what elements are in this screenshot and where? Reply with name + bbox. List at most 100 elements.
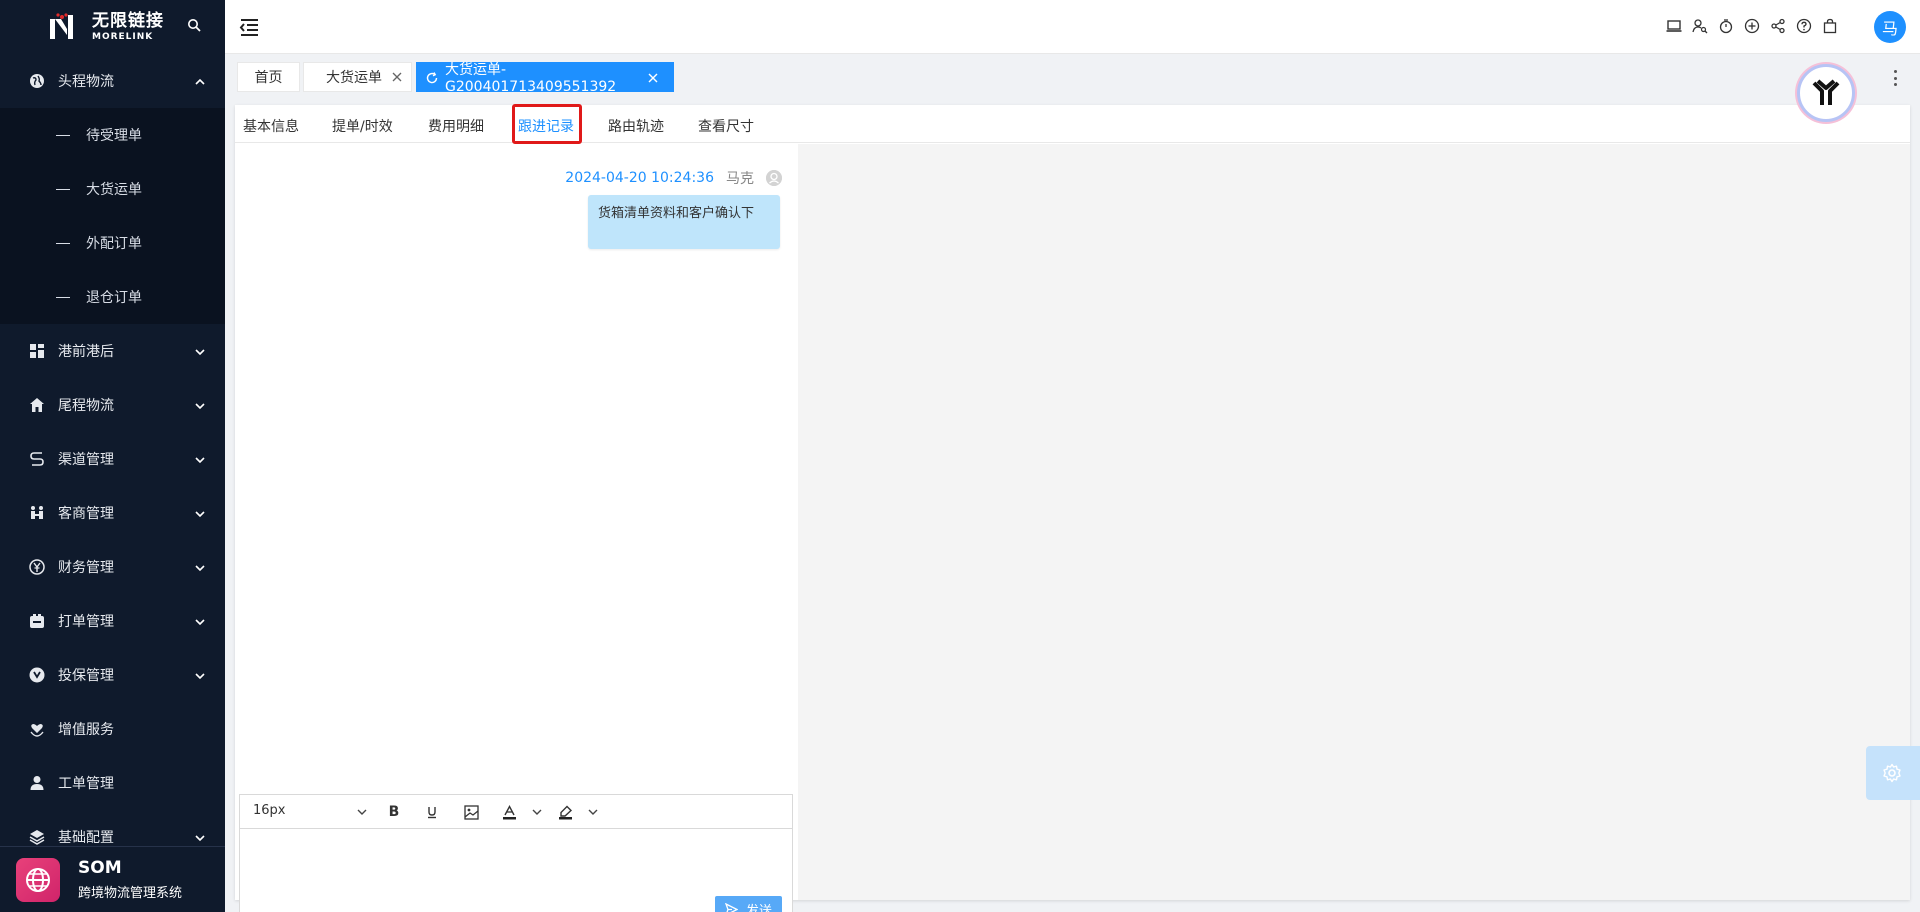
brand-logo[interactable]: 无限链接 MORELINK [0, 0, 225, 54]
subtab-bill-timeliness[interactable]: 提单/时效 [332, 116, 393, 136]
editor-toolbar: 16px B [240, 795, 792, 829]
subtab-basic-info[interactable]: 基本信息 [243, 116, 299, 136]
globe-plus-icon[interactable] [1744, 18, 1760, 34]
sidebar-item-port[interactable]: 港前港后 [0, 324, 225, 378]
message-input-area[interactable] [240, 830, 792, 888]
waybill-detail-card: 基本信息 提单/时效 费用明细 跟进记录 路由轨迹 查看尺寸 2024-04-2… [235, 104, 1910, 912]
sidebar-item-label: 投保管理 [58, 668, 114, 684]
close-icon[interactable] [391, 71, 403, 83]
floating-assistant-icon[interactable] [1797, 64, 1855, 122]
system-name: SOM [78, 858, 122, 878]
tab-bulk-waybill[interactable]: 大货运单 [303, 62, 412, 92]
brand-name-cn: 无限链接 [92, 10, 164, 31]
underline-icon[interactable] [424, 804, 440, 820]
system-footer: SOM 跨境物流管理系统 [0, 846, 225, 912]
close-icon[interactable] [647, 72, 659, 84]
subtab-route-track[interactable]: 路由轨迹 [608, 116, 664, 136]
system-description: 跨境物流管理系统 [78, 886, 183, 901]
timer-icon[interactable] [1718, 18, 1734, 34]
search-icon[interactable] [187, 18, 205, 36]
sidebar-item-finance[interactable]: 财务管理 [0, 540, 225, 594]
message-meta: 2024-04-20 10:24:36 马克 [565, 168, 782, 188]
sidebar-subitem-label: 退仓订单 [86, 290, 142, 306]
subtab-view-dimensions[interactable]: 查看尺寸 [698, 116, 754, 136]
font-size-select[interactable]: 16px [253, 803, 286, 818]
message-editor: 16px B 发送 [239, 794, 793, 912]
message-author: 马克 [726, 171, 754, 187]
settings-gear-icon[interactable] [1866, 746, 1920, 800]
follow-up-chat-pane: 2024-04-20 10:24:36 马克 货箱清单资料和客户确认下 16px… [235, 144, 797, 912]
sidebar-item-label: 渠道管理 [58, 452, 114, 468]
yen-icon [28, 558, 46, 576]
font-color-icon[interactable] [501, 804, 517, 820]
top-bar: 马 [225, 0, 1920, 54]
chevron-down-icon [195, 669, 205, 680]
highlight-box [512, 104, 582, 144]
sidebar-item-first-mile[interactable]: 头程物流 [0, 54, 225, 108]
chevron-down-icon [195, 561, 205, 572]
sidebar-subitem-pending[interactable]: 待受理单 [0, 108, 225, 162]
send-icon [724, 902, 739, 912]
globe-icon [28, 72, 46, 90]
chevron-up-icon [195, 75, 205, 85]
dash-icon [56, 188, 70, 190]
sidebar-item-label: 工单管理 [58, 776, 114, 792]
laptop-icon[interactable] [1666, 18, 1682, 34]
sidebar-item-value-added[interactable]: 增值服务 [0, 702, 225, 756]
heart-hand-icon [28, 720, 46, 738]
sidebar-subitem-outsourced-order[interactable]: 外配订单 [0, 216, 225, 270]
sidebar-item-label: 基础配置 [58, 830, 114, 846]
chevron-down-icon [195, 399, 205, 410]
sidebar-item-last-mile[interactable]: 尾程物流 [0, 378, 225, 432]
chevron-down-icon [195, 615, 205, 626]
chevron-down-icon[interactable] [354, 804, 370, 820]
sidebar-subitem-return-order[interactable]: 退仓订单 [0, 270, 225, 324]
dash-icon [56, 296, 70, 298]
chevron-down-icon[interactable] [529, 804, 545, 820]
help-icon[interactable] [1796, 18, 1812, 34]
refresh-icon[interactable] [425, 71, 439, 85]
sidebar-item-label: 财务管理 [58, 560, 114, 576]
message-bubble: 货箱清单资料和客户确认下 [588, 195, 780, 249]
sidebar-item-channel[interactable]: 渠道管理 [0, 432, 225, 486]
brand-name-en: MORELINK [92, 31, 154, 42]
send-button[interactable]: 发送 [715, 896, 782, 912]
sidebar-item-label: 打单管理 [58, 614, 114, 630]
chevron-down-icon [195, 453, 205, 464]
shield-icon [28, 666, 46, 684]
chevron-down-icon [195, 507, 205, 518]
sidebar-subitem-label: 待受理单 [86, 128, 142, 144]
dash-icon [56, 134, 70, 136]
more-options-icon[interactable] [1894, 70, 1898, 86]
sidebar: 无限链接 MORELINK 头程物流 待受理单 大货运单 外配订单 退仓订单 港… [0, 0, 225, 912]
users-icon [28, 504, 46, 522]
sidebar-item-print[interactable]: 打单管理 [0, 594, 225, 648]
bag-icon[interactable] [1822, 18, 1838, 34]
sidebar-menu: 头程物流 待受理单 大货运单 外配订单 退仓订单 港前港后 尾程物流 渠道管理 … [0, 54, 225, 864]
chevron-down-icon[interactable] [585, 804, 601, 820]
right-panel [798, 144, 1910, 900]
tab-home[interactable]: 首页 [237, 62, 300, 92]
sidebar-item-tickets[interactable]: 工单管理 [0, 756, 225, 810]
sidebar-item-customers[interactable]: 客商管理 [0, 486, 225, 540]
image-icon[interactable] [463, 804, 479, 820]
menu-collapse-icon[interactable] [238, 16, 260, 38]
detail-subtabs: 基本信息 提单/时效 费用明细 跟进记录 路由轨迹 查看尺寸 [235, 104, 1910, 144]
printer-icon [28, 612, 46, 630]
subtab-fee-details[interactable]: 费用明细 [428, 116, 484, 136]
sidebar-subitem-bulk-waybill[interactable]: 大货运单 [0, 162, 225, 216]
home-icon [28, 396, 46, 414]
message-time: 2024-04-20 10:24:36 [565, 170, 714, 186]
user-search-icon[interactable] [1692, 18, 1708, 34]
route-icon [28, 450, 46, 468]
share-icon[interactable] [1770, 18, 1786, 34]
tab-waybill-detail[interactable]: 大货运单-G200401713409551392 [416, 62, 674, 95]
sidebar-item-label: 头程物流 [58, 74, 114, 90]
tab-label: 大货运单-G200401713409551392 [445, 62, 617, 95]
user-avatar[interactable]: 马 [1874, 11, 1906, 43]
sidebar-item-insurance[interactable]: 投保管理 [0, 648, 225, 702]
person-icon [28, 774, 46, 792]
highlight-color-icon[interactable] [557, 804, 573, 820]
bold-icon[interactable]: B [386, 804, 402, 820]
submenu-first-mile: 待受理单 大货运单 外配订单 退仓订单 [0, 108, 225, 324]
